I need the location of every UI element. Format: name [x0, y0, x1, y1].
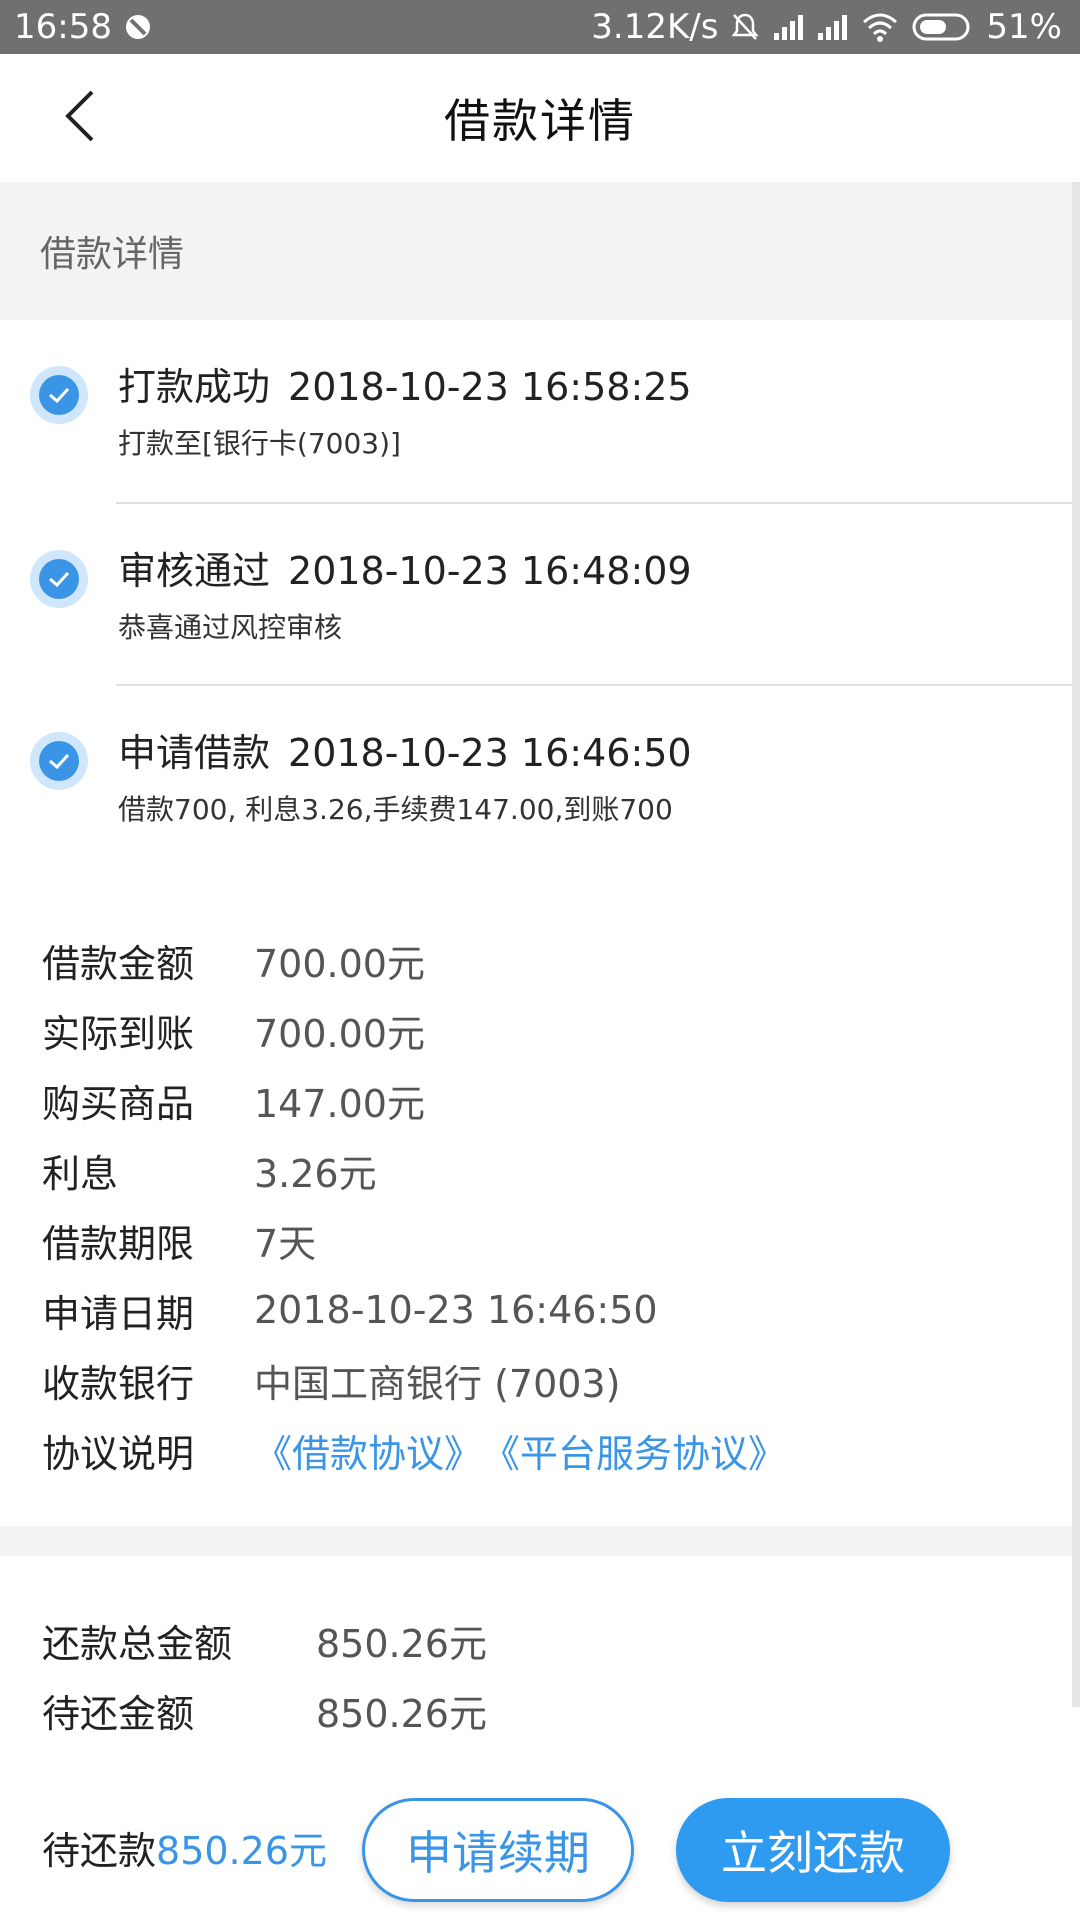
detail-value: 700.00元: [254, 941, 425, 986]
timeline-title: 打款成功 2018-10-23 16:58:25: [118, 356, 692, 411]
due-label: 待还款: [42, 1829, 157, 1873]
network-speed: 3.12K/s: [591, 7, 719, 47]
status-right: 3.12K/s 51%: [591, 7, 1062, 47]
timeline-item: 申请借款 2018-10-23 16:46:50 借款700, 利息3.26,手续…: [0, 686, 1080, 866]
detail-row-apply-date: 申请日期 2018-10-23 16:46:50: [42, 1280, 658, 1340]
status-time: 16:58: [14, 7, 112, 47]
page-title: 借款详情: [444, 94, 636, 148]
detail-value: 147.00元: [254, 1081, 425, 1126]
detail-value: 7天: [254, 1221, 317, 1266]
detail-row-interest: 利息 3.26元: [42, 1140, 377, 1200]
section-title: 借款详情: [40, 234, 185, 275]
wifi-icon: [860, 12, 900, 42]
check-circle-icon: [30, 366, 88, 424]
detail-value: 700.00元: [254, 1011, 425, 1056]
timeline-status: 申请借款: [118, 731, 271, 775]
section-header: 借款详情: [0, 182, 1080, 320]
detail-label: 申请日期: [42, 1291, 195, 1336]
summary-label: 待还金额: [42, 1691, 195, 1736]
detail-label: 利息: [42, 1151, 119, 1196]
detail-row-loan-amount: 借款金额 700.00元: [42, 930, 425, 990]
service-agreement-link[interactable]: 《平台服务协议》: [482, 1423, 786, 1478]
timeline-desc: 恭喜通过风控审核: [118, 611, 343, 644]
detail-label: 实际到账: [42, 1011, 195, 1056]
status-left: 16:58: [14, 7, 152, 47]
summary-row-total: 还款总金额 850.26元: [42, 1610, 487, 1670]
detail-value: 2018-10-23 16:46:50: [254, 1288, 658, 1332]
nav-bar: 借款详情: [0, 54, 1080, 182]
summary-value: 850.26元: [316, 1621, 487, 1666]
timeline-title: 审核通过 2018-10-23 16:48:09: [118, 540, 692, 595]
check-circle-icon: [30, 732, 88, 790]
signal-icon: [772, 13, 804, 41]
summary-row-pending: 待还金额 850.26元: [42, 1680, 487, 1740]
section-divider: [0, 1526, 1080, 1556]
detail-row-bank: 收款银行 中国工商银行 (7003): [42, 1350, 620, 1410]
detail-label: 借款期限: [42, 1221, 195, 1266]
detail-label: 协议说明: [42, 1431, 195, 1476]
battery-icon: [912, 12, 974, 42]
blocked-icon: [124, 13, 152, 41]
detail-row-purchase: 购买商品 147.00元: [42, 1070, 425, 1130]
due-amount-text: 待还款850.26元: [42, 1820, 327, 1875]
timeline-time: 2018-10-23 16:46:50: [288, 731, 692, 775]
detail-value: 3.26元: [254, 1151, 377, 1196]
detail-value: 中国工商银行 (7003): [254, 1361, 621, 1406]
bottom-action-bar: 待还款850.26元 申请续期 立刻还款: [0, 1770, 1080, 1920]
detail-row-term: 借款期限 7天: [42, 1210, 316, 1270]
timeline-item: 审核通过 2018-10-23 16:48:09 恭喜通过风控审核: [0, 504, 1080, 684]
timeline-desc: 打款至[银行卡(7003)]: [118, 427, 401, 460]
timeline-time: 2018-10-23 16:48:09: [288, 549, 692, 593]
timeline-item: 打款成功 2018-10-23 16:58:25 打款至[银行卡(7003)]: [0, 320, 1080, 500]
timeline-status: 打款成功: [118, 365, 271, 409]
timeline-title: 申请借款 2018-10-23 16:46:50: [118, 722, 692, 777]
check-circle-icon: [30, 550, 88, 608]
detail-label: 借款金额: [42, 941, 195, 986]
detail-row-agreements: 协议说明 《借款协议》 《平台服务协议》: [42, 1420, 786, 1480]
detail-label: 收款银行: [42, 1361, 195, 1406]
battery-level: 51%: [986, 7, 1062, 47]
summary-label: 还款总金额: [42, 1621, 233, 1666]
timeline-time: 2018-10-23 16:58:25: [288, 365, 692, 409]
status-bar: 16:58 3.12K/s 51%: [0, 0, 1080, 54]
back-chevron-icon: [60, 86, 100, 150]
detail-label: 购买商品: [42, 1081, 195, 1126]
timeline-desc: 借款700, 利息3.26,手续费147.00,到账700: [118, 793, 673, 826]
due-amount: 850.26元: [156, 1829, 327, 1873]
timeline-status: 审核通过: [118, 549, 271, 593]
summary-value: 850.26元: [316, 1691, 487, 1736]
bell-mute-icon: [730, 11, 760, 43]
detail-row-actual-received: 实际到账 700.00元: [42, 1000, 425, 1060]
signal-icon: [816, 13, 848, 41]
repay-now-button[interactable]: 立刻还款: [676, 1798, 950, 1902]
apply-renewal-button[interactable]: 申请续期: [362, 1798, 634, 1902]
loan-agreement-link[interactable]: 《借款协议》: [254, 1423, 482, 1478]
back-button[interactable]: [40, 78, 120, 158]
scrollbar[interactable]: [1072, 182, 1080, 1707]
